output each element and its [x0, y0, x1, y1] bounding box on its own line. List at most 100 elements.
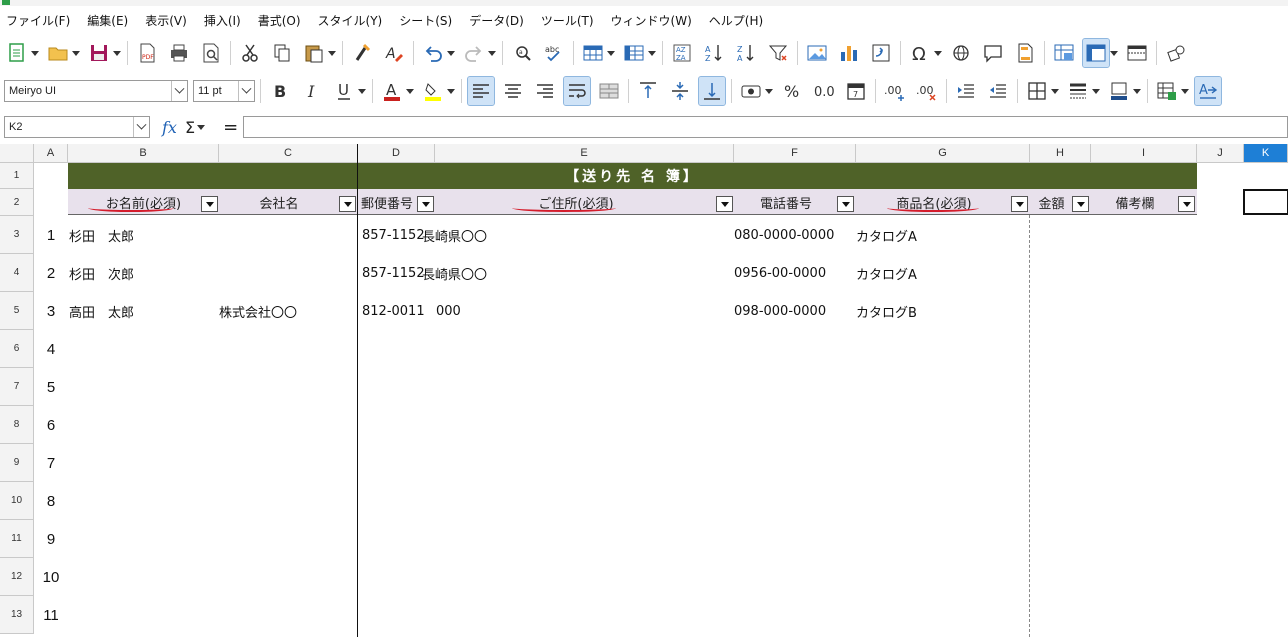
border-style-dropdown[interactable] [1092, 77, 1100, 105]
headers-footers-icon[interactable] [1012, 39, 1038, 67]
record-zip[interactable]: 857-1152 [362, 254, 425, 292]
wrap-text-icon[interactable] [563, 76, 591, 106]
menu-data[interactable]: データ(D) [469, 12, 524, 29]
align-right-icon[interactable] [532, 77, 558, 105]
menu-edit[interactable]: 編集(E) [87, 12, 128, 29]
record-no[interactable]: 6 [34, 406, 68, 444]
function-wizard-icon[interactable]: fx [162, 118, 177, 137]
bold-icon[interactable]: B [267, 77, 293, 105]
column-header-d[interactable]: D [358, 144, 435, 163]
merge-cells-icon[interactable] [596, 77, 622, 105]
filter-dropdown-company[interactable] [339, 196, 356, 212]
cut-icon[interactable] [237, 39, 263, 67]
record-no[interactable]: 10 [34, 558, 68, 596]
menu-window[interactable]: ウィンドウ(W) [611, 12, 692, 29]
record-no[interactable]: 5 [34, 368, 68, 406]
paste-icon[interactable] [301, 39, 327, 67]
currency-format-icon[interactable] [738, 77, 764, 105]
formula-input[interactable] [243, 116, 1288, 138]
sidebar-toggle-icon[interactable]: A [1194, 76, 1222, 106]
menu-view[interactable]: 表示(V) [145, 12, 187, 29]
row-header-13[interactable]: 13 [0, 596, 34, 634]
column-header-i[interactable]: I [1091, 144, 1197, 163]
autofilter-icon[interactable] [765, 39, 791, 67]
record-address[interactable]: 長崎県〇〇 [422, 254, 487, 292]
border-color-dropdown[interactable] [1133, 77, 1141, 105]
record-no[interactable]: 7 [34, 444, 68, 482]
freeze-rows-columns-icon[interactable] [1082, 38, 1110, 68]
date-format-icon[interactable]: 7 [843, 77, 869, 105]
background-color-icon[interactable] [420, 77, 446, 105]
comment-icon[interactable] [980, 39, 1006, 67]
sum-icon[interactable]: Σ [185, 118, 195, 137]
record-no[interactable]: 11 [34, 596, 68, 634]
save-dropdown[interactable] [113, 39, 121, 67]
new-icon[interactable] [4, 39, 30, 67]
row-header-12[interactable]: 12 [0, 558, 34, 596]
column-header-c[interactable]: C [219, 144, 358, 163]
column-dropdown[interactable] [648, 39, 656, 67]
name-box[interactable]: K2 [4, 116, 150, 138]
find-replace-icon[interactable]: a [509, 39, 535, 67]
special-character-dropdown[interactable] [934, 39, 942, 67]
redo-icon[interactable] [461, 39, 487, 67]
column-header-j[interactable]: J [1197, 144, 1244, 163]
column-header-b[interactable]: B [68, 144, 219, 163]
record-address[interactable]: 000 [436, 292, 461, 330]
freeze-dropdown[interactable] [1110, 39, 1118, 67]
row-header-5[interactable]: 5 [0, 292, 34, 330]
formula-icon[interactable]: = [223, 117, 238, 138]
conditional-format-icon[interactable] [1154, 77, 1180, 105]
filter-dropdown-name[interactable] [201, 196, 218, 212]
copy-icon[interactable] [269, 39, 295, 67]
filter-dropdown-zip[interactable] [417, 196, 434, 212]
font-size-box[interactable]: 11 pt [193, 80, 255, 102]
font-color-icon[interactable]: A [379, 77, 405, 105]
row-header-11[interactable]: 11 [0, 520, 34, 558]
open-dropdown[interactable] [72, 39, 80, 67]
borders-dropdown[interactable] [1051, 77, 1059, 105]
percent-format-icon[interactable]: % [779, 77, 805, 105]
row-header-7[interactable]: 7 [0, 368, 34, 406]
currency-dropdown[interactable] [765, 77, 773, 105]
chevron-down-icon[interactable] [238, 81, 254, 101]
filter-dropdown-product[interactable] [1011, 196, 1028, 212]
row-header-3[interactable]: 3 [0, 216, 34, 254]
menu-insert[interactable]: 挿入(I) [204, 12, 241, 29]
row-header-8[interactable]: 8 [0, 406, 34, 444]
borders-icon[interactable] [1024, 77, 1050, 105]
record-no[interactable]: 8 [34, 482, 68, 520]
print-preview-icon[interactable] [198, 39, 224, 67]
pivot-table-icon[interactable] [868, 39, 894, 67]
center-vertically-icon[interactable] [667, 77, 693, 105]
record-name[interactable]: 杉田 太郎 [69, 216, 134, 254]
row-header-1[interactable]: 1 [0, 163, 34, 189]
column-header-k[interactable]: K [1244, 144, 1288, 163]
paste-dropdown[interactable] [328, 39, 336, 67]
clone-formatting-icon[interactable] [349, 39, 375, 67]
add-decimal-icon[interactable]: .00 [882, 77, 908, 105]
select-all-corner[interactable] [0, 144, 34, 163]
row-header-10[interactable]: 10 [0, 482, 34, 520]
menu-help[interactable]: ヘルプ(H) [709, 12, 763, 29]
show-draw-functions-icon[interactable] [1163, 39, 1189, 67]
record-no[interactable]: 9 [34, 520, 68, 558]
record-no[interactable]: 1 [34, 216, 68, 254]
font-color-dropdown[interactable] [406, 77, 414, 105]
record-product[interactable]: カタログB [856, 292, 917, 330]
print-icon[interactable] [166, 39, 192, 67]
record-product[interactable]: カタログA [856, 254, 917, 292]
record-phone[interactable]: 080-0000-0000 [734, 216, 834, 254]
new-dropdown[interactable] [31, 39, 39, 67]
align-center-icon[interactable] [500, 77, 526, 105]
sort-descending-icon[interactable]: ZA [733, 39, 759, 67]
insert-chart-icon[interactable] [836, 39, 862, 67]
sort-icon[interactable]: AZ ZA [669, 39, 695, 67]
spelling-icon[interactable]: abc [541, 39, 567, 67]
column-icon[interactable] [621, 39, 647, 67]
menu-format[interactable]: 書式(O) [258, 12, 301, 29]
column-header-h[interactable]: H [1030, 144, 1091, 163]
special-character-icon[interactable]: Ω [907, 39, 933, 67]
increase-indent-icon[interactable] [953, 77, 979, 105]
menu-sheet[interactable]: シート(S) [399, 12, 452, 29]
